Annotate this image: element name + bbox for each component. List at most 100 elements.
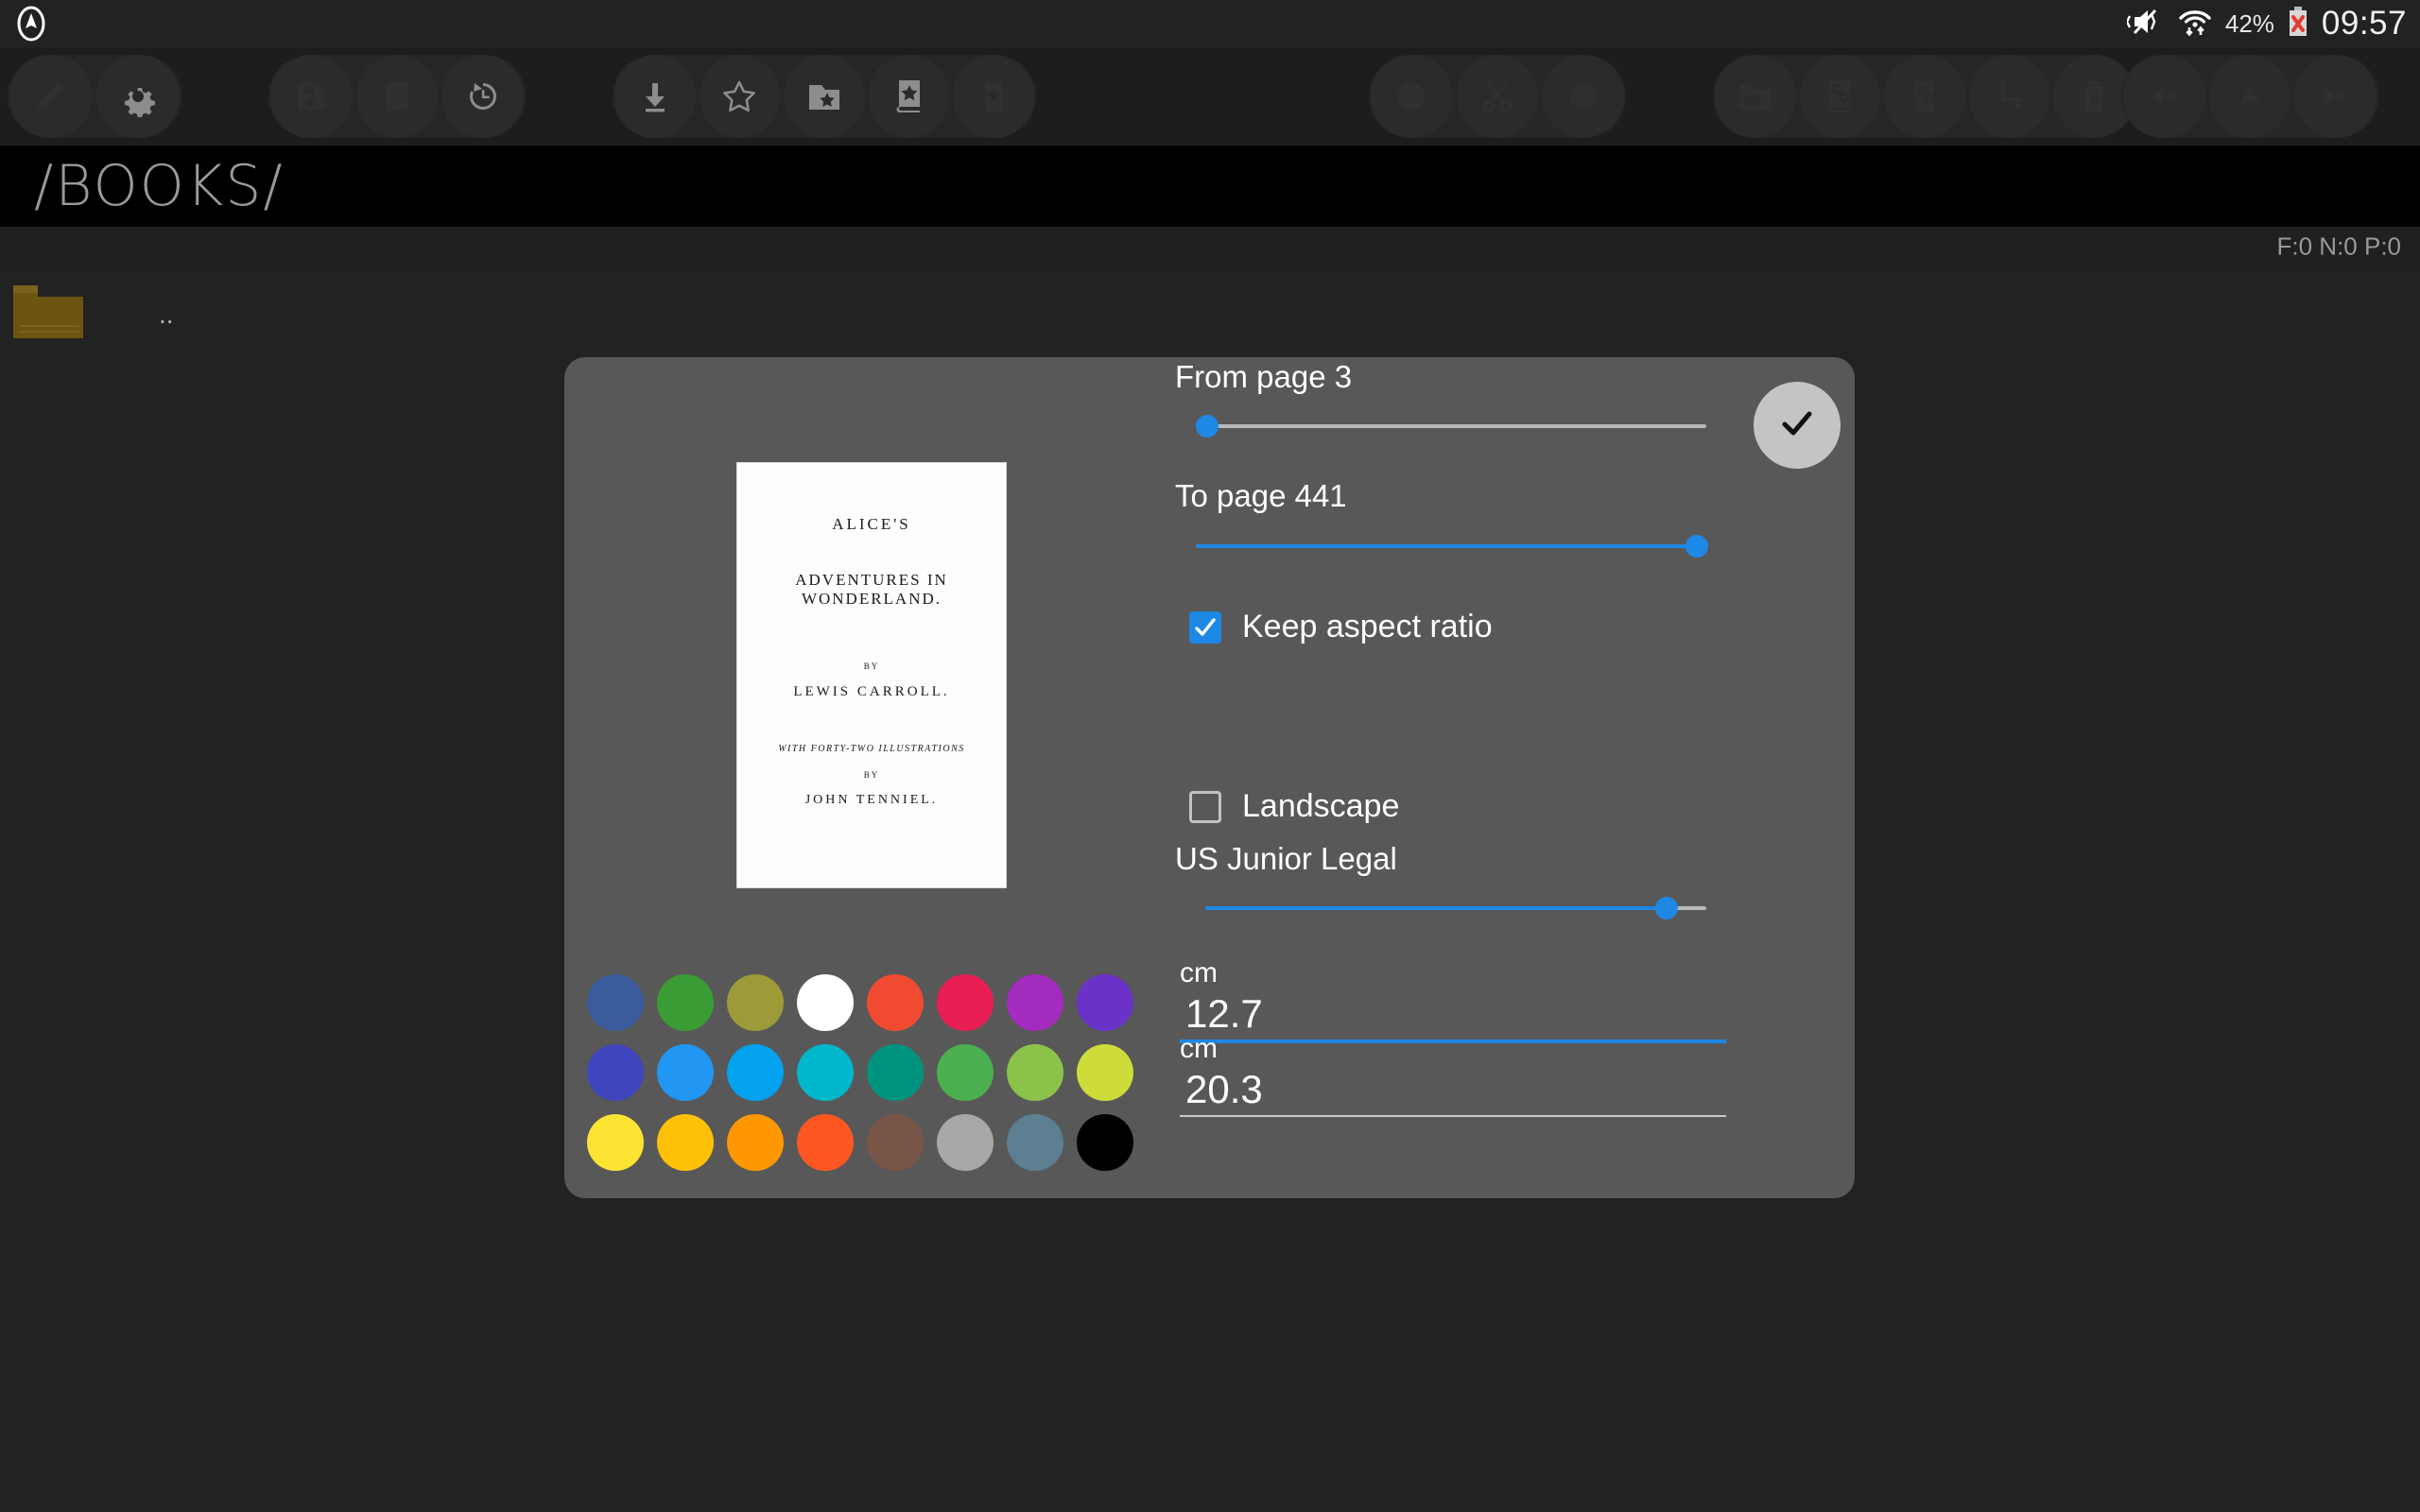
- to-page-slider[interactable]: [1196, 531, 1708, 561]
- color-swatch[interactable]: [727, 974, 784, 1031]
- paper-size-label: US Junior Legal: [1175, 841, 1397, 876]
- color-swatch[interactable]: [727, 1044, 784, 1101]
- color-palette-row: [587, 974, 1145, 1031]
- wifi-transfer-icon: [2177, 6, 2213, 43]
- color-swatch[interactable]: [797, 1114, 854, 1171]
- save-button[interactable]: [270, 55, 353, 138]
- toolbar-group-selection: [1369, 55, 1626, 138]
- color-swatch[interactable]: [587, 1044, 644, 1101]
- up-button[interactable]: [2208, 55, 2291, 138]
- forward-button[interactable]: [2294, 55, 2377, 138]
- color-swatch[interactable]: [657, 974, 714, 1031]
- color-swatch[interactable]: [1077, 974, 1133, 1031]
- keep-aspect-ratio-checkbox[interactable]: [1189, 610, 1221, 644]
- to-page-fill: [1196, 544, 1697, 548]
- folder-icon: [11, 284, 85, 347]
- page-settings-button[interactable]: [1884, 55, 1965, 138]
- color-swatch[interactable]: [937, 1044, 994, 1101]
- landscape-label: Landscape: [1242, 788, 1400, 824]
- color-swatch[interactable]: [797, 1044, 854, 1101]
- color-swatch[interactable]: [1077, 1114, 1133, 1171]
- color-swatch[interactable]: [867, 1044, 924, 1101]
- width-input[interactable]: 12.7: [1180, 991, 1726, 1043]
- page-title: /BOOKS/: [34, 153, 285, 219]
- toolbar-group-edit: [8, 55, 182, 138]
- from-page-track: [1196, 424, 1706, 428]
- color-swatch[interactable]: [867, 1114, 924, 1171]
- settings-button[interactable]: [96, 55, 180, 138]
- cover-city: NEW YORK: [737, 885, 1006, 887]
- color-swatch[interactable]: [657, 1114, 714, 1171]
- folder-favorite-button[interactable]: [784, 55, 865, 138]
- select-button[interactable]: [1371, 55, 1453, 138]
- landscape-row[interactable]: Landscape: [1189, 788, 1399, 825]
- crop-button[interactable]: [1968, 55, 2050, 138]
- color-swatch[interactable]: [587, 974, 644, 1031]
- color-swatch[interactable]: [1077, 1044, 1133, 1101]
- color-swatch[interactable]: [657, 1044, 714, 1101]
- screen-root: 42% 09:57 /BOOKS/ F:0 N:0 P:0 .. ALICE'S…: [0, 0, 2420, 1512]
- cover-title: ALICE'S: [832, 515, 911, 533]
- bookmark-button[interactable]: [953, 55, 1034, 138]
- check-icon: [1775, 402, 1819, 450]
- edit-pencil-button[interactable]: [9, 55, 93, 138]
- cover-subtitle: ADVENTURES IN WONDERLAND.: [795, 571, 948, 608]
- toolbar-group-library: [268, 55, 526, 138]
- path-bar: /BOOKS/: [0, 146, 2420, 227]
- color-swatch[interactable]: [587, 1114, 644, 1171]
- color-palette-row: [587, 1114, 1145, 1171]
- vibrate-mute-icon: [2125, 7, 2165, 42]
- status-indicators: 42% 09:57: [2125, 0, 2407, 47]
- height-value: 20.3: [1185, 1067, 1263, 1111]
- color-swatch[interactable]: [727, 1114, 784, 1171]
- book-settings-button[interactable]: [1799, 55, 1881, 138]
- height-unit-label: cm: [1180, 1033, 1218, 1064]
- cut-button[interactable]: [1456, 55, 1539, 138]
- confirm-button[interactable]: [1754, 382, 1841, 469]
- book-cover-preview[interactable]: ALICE'S ADVENTURES IN WONDERLAND. BY LEW…: [736, 462, 1007, 888]
- library-button[interactable]: [355, 55, 439, 138]
- color-swatch[interactable]: [937, 1114, 994, 1171]
- width-unit-label: cm: [1180, 957, 1218, 988]
- list-item-label: ..: [159, 300, 174, 329]
- list-item[interactable]: ..: [0, 274, 174, 355]
- color-swatch[interactable]: [1007, 974, 1063, 1031]
- battery-error-icon: [2287, 6, 2309, 43]
- to-page-thumb[interactable]: [1685, 535, 1708, 558]
- cover-by: BY: [863, 662, 880, 671]
- color-swatch[interactable]: [797, 974, 854, 1031]
- keep-aspect-ratio-row[interactable]: Keep aspect ratio: [1189, 609, 1493, 645]
- clock-label: 09:57: [2321, 5, 2407, 42]
- paste-button[interactable]: [1542, 55, 1625, 138]
- favorite-button[interactable]: [699, 55, 781, 138]
- width-underline: [1180, 1040, 1726, 1043]
- color-swatch[interactable]: [867, 974, 924, 1031]
- color-swatch[interactable]: [1007, 1044, 1063, 1101]
- paper-size-slider[interactable]: [1205, 893, 1706, 923]
- from-page-slider[interactable]: [1196, 411, 1706, 441]
- new-folder-button[interactable]: [1715, 55, 1796, 138]
- paper-size-thumb[interactable]: [1655, 897, 1678, 919]
- from-page-thumb[interactable]: [1196, 415, 1219, 438]
- toolbar-group-navigation: [2121, 55, 2378, 138]
- height-underline: [1180, 1115, 1726, 1117]
- app-logo-icon: [9, 2, 53, 45]
- download-button[interactable]: [614, 55, 696, 138]
- keep-aspect-ratio-label: Keep aspect ratio: [1242, 609, 1493, 644]
- color-swatch[interactable]: [937, 974, 994, 1031]
- cover-by2: BY: [863, 770, 880, 780]
- toolbar-group-bookmark: [613, 55, 1036, 138]
- color-swatch[interactable]: [1007, 1114, 1063, 1171]
- counts-label: F:0 N:0 P:0: [2276, 232, 2402, 261]
- from-page-label: From page 3: [1175, 359, 1353, 394]
- paper-size-fill: [1205, 906, 1667, 910]
- recent-button[interactable]: [441, 55, 525, 138]
- height-input[interactable]: 20.3: [1180, 1067, 1726, 1117]
- battery-percent-label: 42%: [2224, 9, 2274, 38]
- cover-artist: JOHN TENNIEL.: [804, 793, 939, 807]
- book-favorite-button[interactable]: [868, 55, 950, 138]
- toolbar-group-manage: [1713, 55, 2136, 138]
- landscape-checkbox[interactable]: [1189, 790, 1221, 823]
- color-palette-row: [587, 1044, 1145, 1101]
- rewind-button[interactable]: [2123, 55, 2205, 138]
